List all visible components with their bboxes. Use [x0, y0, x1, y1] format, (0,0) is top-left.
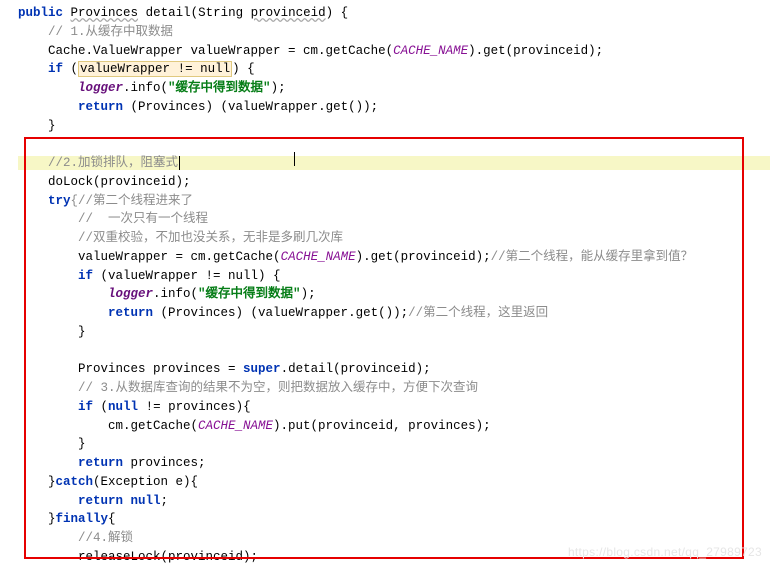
comment: //2.加锁排队，阻塞式: [48, 156, 178, 170]
kw-return: return: [78, 456, 123, 470]
code-text: Cache.ValueWrapper valueWrapper = cm.get…: [48, 44, 393, 58]
comment: // 3.从数据库查询的结果不为空，则把数据放入缓存中，方便下次查询: [78, 381, 478, 395]
code-text: (Exception e){: [93, 475, 198, 489]
kw-if: if: [78, 269, 93, 283]
code-text: ).get(provinceid);: [468, 44, 603, 58]
kw-return-null: return null: [78, 494, 161, 508]
kw-null: null: [108, 400, 138, 414]
code-text: valueWrapper = cm.getCache(: [78, 250, 281, 264]
logger-ref: logger: [108, 287, 153, 301]
param-type: String: [198, 6, 243, 20]
code-block: public Provinces detail ( String provincei…: [18, 4, 770, 567]
logger-ref: logger: [78, 81, 123, 95]
code-text: ).get(provinceid);: [356, 250, 491, 264]
comment: // 1.从缓存中取数据: [48, 25, 173, 39]
string-lit: "缓存中得到数据": [198, 287, 301, 301]
code-text: ;: [161, 494, 169, 508]
kw-return: return: [108, 306, 153, 320]
param-name: provinceid: [251, 6, 326, 20]
code-text: .info(: [123, 81, 168, 95]
kw-if: if: [48, 62, 63, 76]
code-text: (Provinces) (valueWrapper.get());: [153, 306, 408, 320]
kw-return: return: [78, 100, 123, 114]
code-text: releaseLock(provinceid);: [78, 550, 258, 564]
kw-if: if: [78, 400, 93, 414]
code-text: Provinces provinces =: [78, 362, 243, 376]
code-text: doLock(provinceid);: [48, 175, 191, 189]
comment: //双重校验，不加也没关系，无非是多刷几次库: [78, 231, 343, 245]
code-text: );: [271, 81, 286, 95]
kw-catch: catch: [56, 475, 94, 489]
code-editor[interactable]: public Provinces detail ( String provincei…: [0, 0, 770, 567]
kw-finally: finally: [56, 512, 109, 526]
code-text: .detail(provinceid);: [281, 362, 431, 376]
comment: //第二个线程，能从缓存里拿到值？: [491, 250, 694, 264]
code-text: (valueWrapper != null) {: [93, 269, 281, 283]
kw-public: public: [18, 6, 63, 20]
code-text: cm.getCache(: [108, 419, 198, 433]
code-text: );: [301, 287, 316, 301]
highlight-cond: valueWrapper != null: [78, 61, 232, 77]
const-cache-name: CACHE_NAME: [281, 250, 356, 264]
code-text: (: [93, 400, 108, 414]
comment: //4.解锁: [78, 531, 133, 545]
comment: {//第二个线程进来了: [71, 194, 194, 208]
string-lit: "缓存中得到数据": [168, 81, 271, 95]
code-text: (Provinces) (valueWrapper.get());: [123, 100, 378, 114]
code-text: ).put(provinceid, provinces);: [273, 419, 491, 433]
fn-name: detail: [146, 6, 191, 20]
ret-type: Provinces: [71, 6, 139, 20]
code-text: provinces;: [123, 456, 206, 470]
code-text: != provinces){: [138, 400, 251, 414]
comment: //第二个线程，这里返回: [408, 306, 548, 320]
kw-try: try: [48, 194, 71, 208]
text-cursor-icon: [179, 156, 180, 170]
code-text: .info(: [153, 287, 198, 301]
const-cache-name: CACHE_NAME: [198, 419, 273, 433]
caret-icon: [294, 152, 295, 166]
const-cache-name: CACHE_NAME: [393, 44, 468, 58]
kw-super: super: [243, 362, 281, 376]
comment: // 一次只有一个线程: [78, 212, 208, 226]
